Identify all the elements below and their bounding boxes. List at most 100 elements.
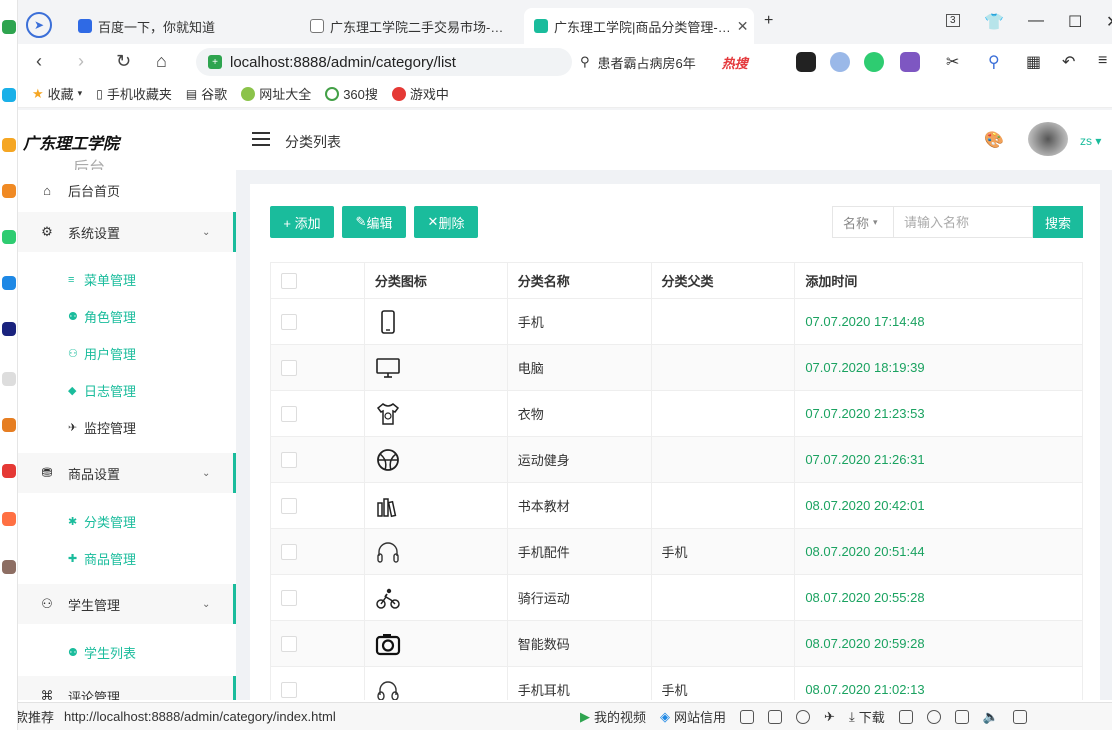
- image-icon[interactable]: [768, 709, 783, 724]
- shirt-skin-icon[interactable]: 👕: [984, 12, 1004, 32]
- row-checkbox[interactable]: [281, 681, 297, 698]
- reload-icon[interactable]: ↻: [116, 51, 131, 72]
- dock-app-icon[interactable]: [2, 138, 16, 152]
- sidebar-subitem-monitor[interactable]: ✈ 监控管理: [68, 418, 136, 437]
- search-input[interactable]: [893, 206, 1033, 238]
- speed-icon[interactable]: [796, 709, 811, 724]
- rocket-icon[interactable]: ✈: [824, 709, 835, 725]
- dock-app-icon[interactable]: [2, 88, 16, 102]
- dock-app-icon[interactable]: [2, 464, 16, 478]
- search-filter-select[interactable]: 名称 ▾: [832, 206, 894, 238]
- back-icon[interactable]: ‹: [36, 51, 42, 72]
- translate-icon[interactable]: [900, 52, 920, 72]
- row-checkbox[interactable]: [281, 313, 297, 330]
- select-all-checkbox[interactable]: [281, 272, 297, 289]
- maximize-icon[interactable]: ☐: [1068, 12, 1082, 32]
- add-button[interactable]: + 添加: [270, 206, 334, 238]
- dock-app-icon[interactable]: [2, 184, 16, 198]
- row-checkbox[interactable]: [281, 405, 297, 422]
- tab-baidu[interactable]: 百度一下，你就知道: [68, 8, 290, 44]
- table-row[interactable]: 手机耳机 手机 08.07.2020 21:02:13: [270, 666, 1083, 700]
- bookmark-item[interactable]: ★ 收藏 ▾: [32, 84, 82, 103]
- url-field[interactable]: + localhost:8888/admin/category/list: [196, 48, 572, 76]
- sidebar-subitem-users[interactable]: ⚇ 用户管理: [68, 344, 136, 363]
- sidebar-subitem-logs[interactable]: ◆ 日志管理: [68, 381, 136, 400]
- sidebar-item-comments[interactable]: ⌘ 评论管理: [18, 676, 236, 700]
- row-checkbox[interactable]: [281, 451, 297, 468]
- scissors-icon[interactable]: ✂: [946, 52, 966, 72]
- dock-app-icon[interactable]: [2, 512, 16, 526]
- volume-icon[interactable]: 🔈: [983, 709, 999, 725]
- bookmark-item[interactable]: 360搜: [325, 84, 378, 103]
- table-row[interactable]: 手机配件 手机 08.07.2020 20:51:44: [270, 528, 1083, 575]
- extension-icon[interactable]: [796, 52, 816, 72]
- table-row[interactable]: 衣物 07.07.2020 21:23:53: [270, 390, 1083, 437]
- home-nav-icon[interactable]: ⌂: [156, 51, 167, 72]
- window-icon[interactable]: [954, 709, 969, 724]
- tab-count-badge[interactable]: 3: [946, 14, 960, 27]
- browser-home-circle-icon[interactable]: ➤: [26, 12, 52, 38]
- row-checkbox[interactable]: [281, 359, 297, 376]
- sidebar-subitem-student-list[interactable]: ⚉ 学生列表: [68, 643, 136, 662]
- hamburger-icon[interactable]: [252, 132, 270, 146]
- table-row[interactable]: 骑行运动 08.07.2020 20:55:28: [270, 574, 1083, 621]
- sidebar-item-system-settings[interactable]: ⚙ 系统设置 ⌄: [18, 212, 236, 252]
- table-row[interactable]: 书本教材 08.07.2020 20:42:01: [270, 482, 1083, 529]
- table-row[interactable]: 手机 07.07.2020 17:14:48: [270, 298, 1083, 345]
- fullscreen-icon[interactable]: [1012, 709, 1027, 724]
- parent-cell: [650, 344, 796, 391]
- sidebar-subitem-roles[interactable]: ⚉ 角色管理: [68, 307, 136, 326]
- table-row[interactable]: 运动健身 07.07.2020 21:26:31: [270, 436, 1083, 483]
- dock-app-icon[interactable]: [2, 230, 16, 244]
- bookmark-item[interactable]: 网址大全: [241, 84, 311, 103]
- new-tab-icon[interactable]: +: [764, 12, 773, 30]
- dock-app-icon[interactable]: [2, 276, 16, 290]
- dock-app-icon[interactable]: [2, 418, 16, 432]
- dock-app-icon[interactable]: [2, 322, 16, 336]
- browser-search-box[interactable]: ⚲ 患者霸占病房6年 热搜: [574, 48, 780, 76]
- sidebar-item-students[interactable]: ⚇ 学生管理 ⌄: [18, 584, 236, 624]
- delete-button[interactable]: ✕ 删除: [414, 206, 478, 238]
- dock-app-icon[interactable]: [2, 560, 16, 574]
- extension-icon[interactable]: [864, 52, 884, 72]
- dock-app-icon[interactable]: [2, 372, 16, 386]
- user-menu[interactable]: zs ▾: [1080, 134, 1101, 148]
- close-window-icon[interactable]: ✕: [1106, 12, 1112, 32]
- bookmark-item[interactable]: 游戏中: [391, 84, 449, 103]
- download-button[interactable]: ⤓ 下载: [849, 707, 885, 726]
- minimize-icon[interactable]: —: [1028, 12, 1044, 30]
- extension-icon[interactable]: [830, 52, 850, 72]
- row-checkbox[interactable]: [281, 589, 297, 606]
- browser-icon[interactable]: [926, 709, 941, 724]
- bookmark-item[interactable]: ▯ 手机收藏夹: [96, 84, 172, 103]
- row-checkbox[interactable]: [281, 635, 297, 652]
- tab-label: 广东理工学院二手交易市场-…: [330, 19, 504, 35]
- avatar[interactable]: [1028, 122, 1068, 156]
- undo-icon[interactable]: ↶: [1062, 52, 1082, 72]
- sidebar-subitem-goods[interactable]: ✚ 商品管理: [68, 549, 136, 568]
- sidebar-subitem-category[interactable]: ✱ 分类管理: [68, 512, 136, 531]
- table-row[interactable]: 电脑 07.07.2020 18:19:39: [270, 344, 1083, 391]
- sidebar-item-home[interactable]: ⌂ 后台首页: [18, 170, 236, 210]
- site-credit-button[interactable]: ◈ 网站信用: [660, 707, 726, 726]
- edit-button[interactable]: ✎ 编辑: [342, 206, 406, 238]
- row-checkbox[interactable]: [281, 543, 297, 560]
- game-icon[interactable]: [898, 709, 913, 724]
- my-videos-button[interactable]: ▶ 我的视频: [580, 707, 646, 726]
- palette-icon[interactable]: 🎨: [984, 130, 1004, 150]
- sidebar-subitem-menus[interactable]: ≡ 菜单管理: [68, 270, 136, 289]
- row-checkbox[interactable]: [281, 497, 297, 514]
- menu-icon[interactable]: ≡: [1098, 52, 1112, 72]
- tab-category[interactable]: 广东理工学院|商品分类管理-… ✕: [524, 8, 754, 44]
- shield-icon[interactable]: [740, 709, 755, 724]
- magnifier-icon[interactable]: ⚲: [988, 52, 1008, 72]
- search-button[interactable]: 搜索: [1033, 206, 1083, 238]
- forward-icon[interactable]: ›: [78, 51, 84, 72]
- tab-market[interactable]: 广东理工学院二手交易市场-…: [300, 8, 522, 44]
- grid-apps-icon[interactable]: ▦: [1026, 52, 1046, 72]
- close-tab-icon[interactable]: ✕: [737, 18, 749, 35]
- dock-app-icon[interactable]: [2, 20, 16, 34]
- bookmark-item[interactable]: ▤ 谷歌: [186, 84, 227, 103]
- table-row[interactable]: 智能数码 08.07.2020 20:59:28: [270, 620, 1083, 667]
- sidebar-item-goods-settings[interactable]: ⛃ 商品设置 ⌄: [18, 453, 236, 493]
